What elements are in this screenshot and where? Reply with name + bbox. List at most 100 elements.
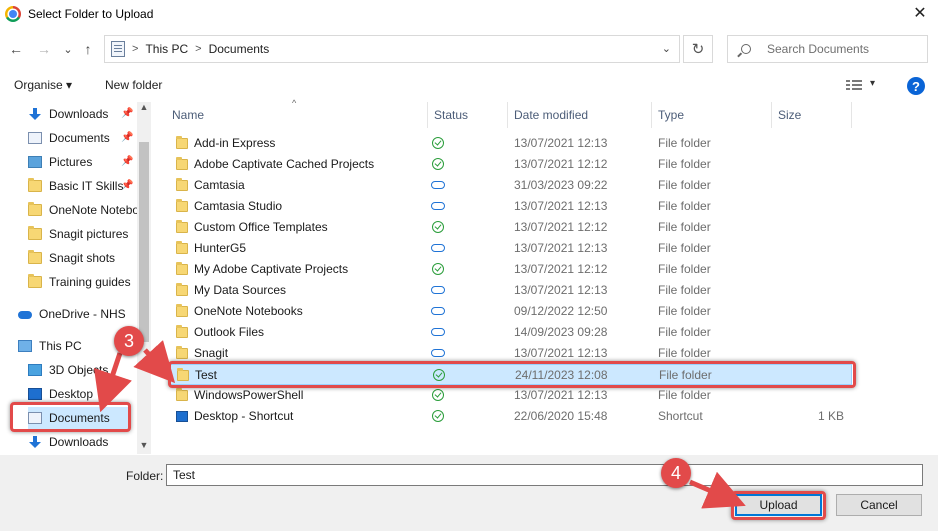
pc-icon bbox=[18, 340, 32, 352]
folder-name-input[interactable] bbox=[166, 464, 923, 486]
file-name: Camtasia bbox=[194, 178, 245, 192]
file-type: File folder bbox=[658, 136, 711, 150]
synced-status-icon bbox=[432, 410, 444, 422]
file-type: File folder bbox=[658, 283, 711, 297]
breadcrumb-this-pc[interactable]: This PC bbox=[145, 42, 188, 56]
file-type: File folder bbox=[658, 325, 711, 339]
view-dropdown-icon[interactable]: ▾ bbox=[870, 78, 875, 89]
folder-icon bbox=[176, 262, 188, 275]
file-type: File folder bbox=[658, 304, 711, 318]
nav-item-documents-quick[interactable]: Documents bbox=[28, 127, 110, 149]
file-row[interactable]: My Adobe Captivate Projects 13/07/2021 12… bbox=[168, 259, 852, 280]
search-box[interactable] bbox=[727, 35, 928, 63]
file-date-modified: 13/07/2021 12:12 bbox=[514, 220, 608, 234]
file-row[interactable]: My Data Sources 13/07/2021 12:13 File fold… bbox=[168, 280, 852, 301]
file-name: WindowsPowerShell bbox=[194, 388, 304, 402]
file-row[interactable]: Add-in Express 13/07/2021 12:13 File folde… bbox=[168, 133, 852, 154]
scroll-up-icon[interactable]: ▲ bbox=[139, 102, 149, 116]
view-options-icon[interactable] bbox=[846, 80, 862, 92]
file-date-modified: 13/07/2021 12:13 bbox=[514, 136, 608, 150]
step-4-badge: 4 bbox=[661, 458, 691, 488]
folder-icon bbox=[176, 388, 188, 401]
file-row[interactable]: Camtasia 31/03/2023 09:22 File folder bbox=[168, 175, 852, 196]
nav-item-label: Snagit pictures bbox=[49, 227, 129, 241]
organise-menu-button[interactable]: Organise ▾ bbox=[14, 78, 72, 92]
column-header-size[interactable]: Size bbox=[772, 102, 852, 128]
cloud-status-icon bbox=[431, 349, 445, 357]
column-header-type[interactable]: Type bbox=[652, 102, 772, 128]
forward-arrow-icon[interactable]: → bbox=[35, 38, 53, 60]
nav-item-onedrive[interactable]: OneDrive - NHS bbox=[18, 303, 126, 325]
file-date-modified: 22/06/2020 15:48 bbox=[514, 409, 608, 423]
download-icon bbox=[28, 108, 42, 120]
file-type: File folder bbox=[658, 262, 711, 276]
close-icon[interactable]: ✕ bbox=[908, 2, 932, 24]
column-header-status[interactable]: Status bbox=[428, 102, 508, 128]
nav-item-3d-objects[interactable]: 3D Objects bbox=[28, 359, 108, 381]
file-row[interactable]: Outlook Files 14/09/2023 09:28 File folder bbox=[168, 322, 852, 343]
file-row[interactable]: Camtasia Studio 13/07/2021 12:13 File fold… bbox=[168, 196, 852, 217]
nav-item-basic-it-skills[interactable]: Basic IT Skills bbox=[28, 175, 123, 197]
column-header-label: Type bbox=[658, 108, 685, 122]
file-row[interactable]: Adobe Captivate Cached Projects 13/07/202… bbox=[168, 154, 852, 175]
file-type: File folder bbox=[658, 346, 711, 360]
nav-item-label: Desktop bbox=[49, 387, 94, 401]
up-arrow-icon[interactable]: ↑ bbox=[79, 38, 97, 60]
recent-locations-icon[interactable]: ⌄ bbox=[59, 38, 77, 60]
file-row[interactable]: HunterG5 13/07/2021 12:13 File folder bbox=[168, 238, 852, 259]
nav-item-this-pc[interactable]: This PC bbox=[18, 335, 82, 357]
file-name: Add-in Express bbox=[194, 136, 276, 150]
file-row[interactable]: Desktop - Shortcut 22/06/2020 15:48 Shortc… bbox=[168, 406, 852, 427]
folder-label: Folder: bbox=[126, 469, 164, 483]
file-type: File folder bbox=[658, 157, 711, 171]
synced-status-icon bbox=[432, 221, 444, 233]
synced-status-icon bbox=[432, 137, 444, 149]
file-date-modified: 13/07/2021 12:13 bbox=[514, 241, 608, 255]
cloud-icon bbox=[18, 311, 32, 319]
column-header-date-modified[interactable]: Date modified bbox=[508, 102, 652, 128]
nav-pane-scrollbar[interactable]: ▲ ▼ bbox=[137, 102, 151, 454]
file-row[interactable]: WindowsPowerShell 13/07/2021 12:13 File fo… bbox=[168, 385, 852, 406]
nav-item-label: OneNote Notebo bbox=[49, 203, 140, 217]
cancel-button[interactable]: Cancel bbox=[836, 494, 922, 516]
column-header-label: Size bbox=[778, 108, 802, 122]
file-row[interactable]: OneNote Notebooks 09/12/2022 12:50 File fo… bbox=[168, 301, 852, 322]
nav-item-downloads[interactable]: Downloads bbox=[28, 103, 108, 125]
refresh-icon[interactable]: ↻ bbox=[683, 35, 713, 63]
scroll-thumb[interactable] bbox=[139, 142, 149, 342]
nav-item-snagit-pictures[interactable]: Snagit pictures bbox=[28, 223, 128, 245]
breadcrumb-documents[interactable]: Documents bbox=[209, 42, 270, 56]
column-header-name[interactable]: Name bbox=[166, 102, 428, 128]
file-name: Custom Office Templates bbox=[194, 220, 328, 234]
help-icon[interactable]: ? bbox=[907, 77, 925, 95]
folder-icon bbox=[28, 250, 42, 264]
back-arrow-icon[interactable]: ← bbox=[7, 38, 25, 60]
new-folder-button[interactable]: New folder bbox=[105, 78, 162, 92]
cloud-status-icon bbox=[431, 244, 445, 252]
file-type: File folder bbox=[658, 220, 711, 234]
folder-icon bbox=[176, 346, 188, 359]
nav-item-snagit-shots[interactable]: Snagit shots bbox=[28, 247, 115, 269]
document-icon bbox=[28, 132, 42, 144]
file-row[interactable]: Custom Office Templates 13/07/2021 12:12 F… bbox=[168, 217, 852, 238]
nav-item-pictures[interactable]: Pictures bbox=[28, 151, 92, 173]
nav-item-training-guides[interactable]: Training guides bbox=[28, 271, 131, 293]
nav-item-onenote-notebooks[interactable]: OneNote Notebo bbox=[28, 199, 139, 221]
file-type: File folder bbox=[658, 199, 711, 213]
file-name: OneNote Notebooks bbox=[194, 304, 303, 318]
nav-item-downloads-pc[interactable]: Downloads bbox=[28, 431, 108, 453]
cloud-status-icon bbox=[431, 202, 445, 210]
folder-icon bbox=[28, 274, 42, 288]
pin-icon: 📌 bbox=[121, 108, 134, 119]
pin-icon: 📌 bbox=[121, 156, 134, 167]
breadcrumb-separator: > bbox=[195, 43, 202, 55]
file-date-modified: 31/03/2023 09:22 bbox=[514, 178, 608, 192]
address-dropdown-icon[interactable]: ⌄ bbox=[662, 42, 671, 55]
scroll-down-icon[interactable]: ▼ bbox=[139, 440, 149, 454]
search-input[interactable] bbox=[767, 42, 927, 56]
address-bar[interactable]: > This PC > Documents ⌄ bbox=[104, 35, 680, 63]
synced-status-icon bbox=[432, 389, 444, 401]
folder-icon bbox=[176, 283, 188, 296]
folder-icon bbox=[28, 226, 42, 240]
folder-icon bbox=[28, 178, 42, 192]
